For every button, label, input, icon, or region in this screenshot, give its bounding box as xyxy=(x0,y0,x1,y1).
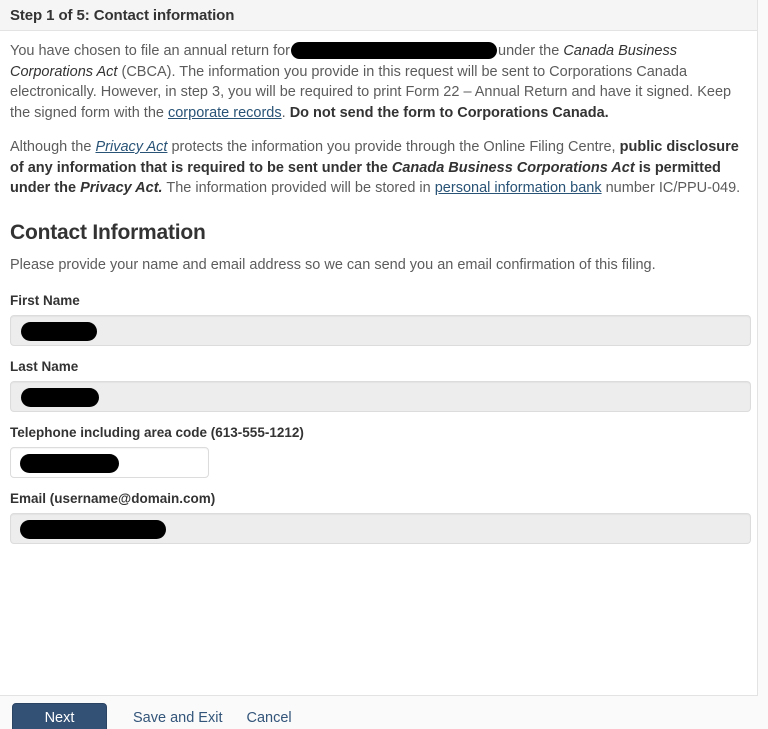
last-name-label: Last Name xyxy=(10,358,79,374)
intro-paragraph-1: You have chosen to file an annual return… xyxy=(10,41,747,123)
save-and-exit-button[interactable]: Save and Exit xyxy=(133,703,222,729)
personal-information-bank-link[interactable]: personal information bank xyxy=(435,180,602,196)
field-telephone: Telephone including area code (613-555-1… xyxy=(10,425,747,478)
intro-p2-part4: number IC/PPU-049. xyxy=(601,180,741,196)
panel-body: You have chosen to file an annual return… xyxy=(0,31,757,544)
intro-p2-part1: Although the xyxy=(10,139,96,155)
intro-p1-part1: You have chosen to file an annual return… xyxy=(10,43,290,59)
intro-p2-part3: The information provided will be stored … xyxy=(162,180,435,196)
email-label: Email (username@domain.com) xyxy=(10,490,216,506)
telephone-label: Telephone including area code (613-555-1… xyxy=(10,424,304,440)
page-title: Step 1 of 5: Contact information xyxy=(10,6,235,24)
page-root: Step 1 of 5: Contact information You hav… xyxy=(0,0,768,729)
field-first-name: First Name xyxy=(10,292,751,346)
contact-information-heading: Contact Information xyxy=(10,220,206,244)
redaction-email xyxy=(20,519,166,539)
last-name-input[interactable] xyxy=(10,380,751,412)
first-name-label: First Name xyxy=(10,292,80,308)
intro-p2-privacy-bold: Privacy Act. xyxy=(80,180,163,196)
intro-p2-cbca-bold: Canada Business Corporations Act xyxy=(391,159,635,176)
corporate-records-link[interactable]: corporate records xyxy=(168,105,282,121)
privacy-act-link[interactable]: Privacy Act xyxy=(95,139,167,155)
first-name-input[interactable] xyxy=(10,314,751,346)
cancel-button[interactable]: Cancel xyxy=(246,703,291,729)
panel-header: Step 1 of 5: Contact information xyxy=(0,0,757,31)
intro-p1-part4: . xyxy=(281,104,290,121)
redaction-telephone xyxy=(20,453,119,473)
email-input[interactable] xyxy=(10,512,751,544)
do-not-send-warning: Do not send the form to Corporations Can… xyxy=(289,104,609,121)
telephone-input[interactable] xyxy=(10,446,209,478)
redaction-first-name xyxy=(21,321,97,341)
step-panel: Step 1 of 5: Contact information You hav… xyxy=(0,0,758,696)
redaction-corporation-name xyxy=(291,41,497,59)
footer-actions: Next Save and Exit Cancel xyxy=(0,703,768,729)
intro-p2-part2: protects the information you provide thr… xyxy=(167,139,620,155)
field-email: Email (username@domain.com) xyxy=(10,490,751,544)
intro-p1-part2: under the xyxy=(498,43,564,59)
intro-paragraph-2: Although the Privacy Act protects the in… xyxy=(10,137,747,199)
field-last-name: Last Name xyxy=(10,358,751,412)
contact-information-description: Please provide your name and email addre… xyxy=(10,256,656,273)
next-button[interactable]: Next xyxy=(12,703,107,729)
redaction-last-name xyxy=(21,387,99,407)
